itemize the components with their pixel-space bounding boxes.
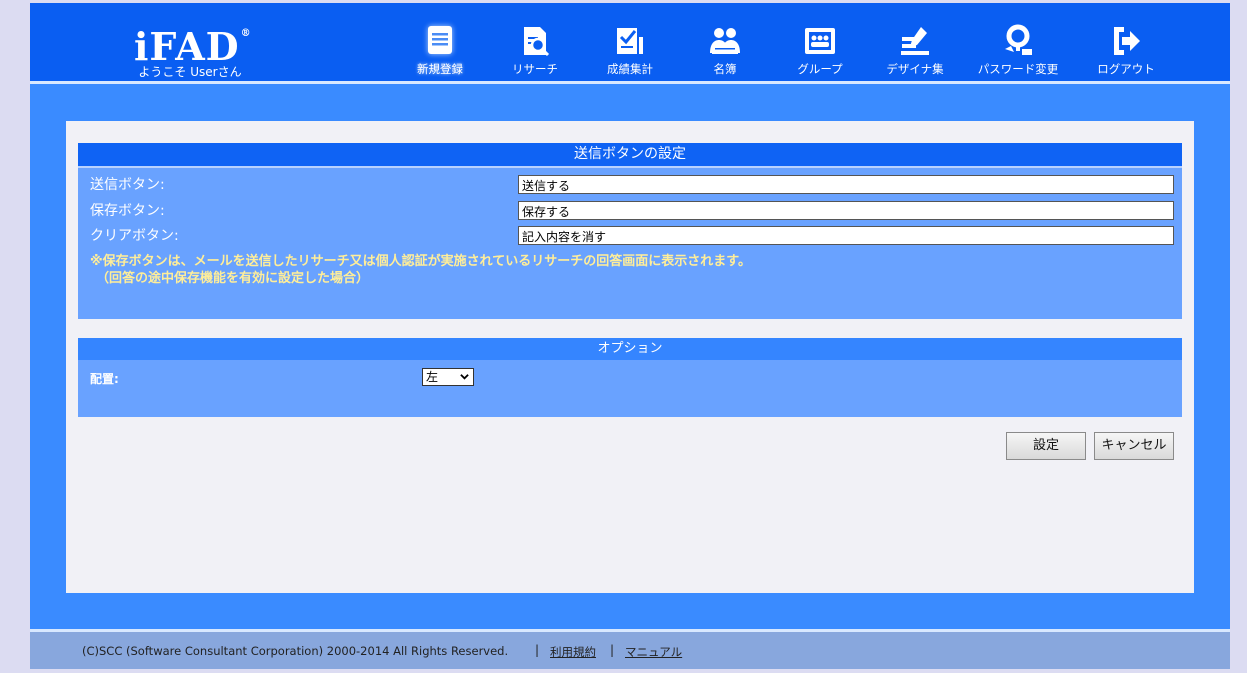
nav-item-results[interactable]: 成績集計 — [580, 23, 680, 77]
layout-select[interactable]: 左 — [422, 368, 474, 386]
save-button-note-condition: （回答の途中保存機能を有効に設定した場合） — [96, 271, 370, 286]
designer-icon — [901, 27, 929, 55]
nav-label: 成績集計 — [607, 62, 653, 76]
header-bar: iFAD® ようこそ Userさん 新規登録 リサーチ 成績集計 名簿 グループ… — [30, 3, 1230, 81]
nav-item-password[interactable]: パスワード変更 — [968, 23, 1068, 77]
nav-label: パスワード変更 — [977, 62, 1059, 76]
section-title-border — [78, 166, 1182, 168]
new-document-icon — [428, 26, 452, 54]
layout-select-value: 左 — [426, 370, 439, 384]
clear-button-label-input[interactable]: 記入内容を消す — [518, 226, 1174, 245]
footer-separator: | — [610, 643, 615, 657]
nav-item-group[interactable]: グループ — [770, 23, 870, 77]
nav-item-new-registration[interactable]: 新規登録 — [390, 23, 490, 77]
nav-item-research[interactable]: リサーチ — [485, 23, 585, 77]
nav-item-logout[interactable]: ログアウト — [1076, 23, 1176, 77]
submit-button-label-input[interactable]: 送信する — [518, 175, 1174, 194]
logout-icon — [1114, 27, 1140, 55]
clear-button-row: クリアボタン: 記入内容を消す — [78, 224, 1182, 246]
password-icon — [1005, 24, 1032, 55]
nav-label: リサーチ — [512, 62, 558, 76]
nav-item-roster[interactable]: 名簿 — [675, 23, 775, 77]
nav-label: グループ — [797, 62, 843, 76]
research-icon — [524, 27, 550, 57]
field-label: 送信ボタン: — [90, 177, 165, 193]
main-nav: 新規登録 リサーチ 成績集計 名簿 グループ デザイナ集 パスワード変更 ログア… — [30, 3, 1230, 81]
submit-button-row: 送信ボタン: 送信する — [78, 173, 1182, 195]
option-section: オプション 配置: 左 — [78, 338, 1182, 417]
nav-label: 名簿 — [713, 62, 737, 76]
footer: (C)SCC (Software Consultant Corporation)… — [30, 632, 1230, 669]
nav-label: ログアウト — [1097, 62, 1155, 76]
section-title: 送信ボタンの設定 — [78, 143, 1182, 166]
cancel-button[interactable]: キャンセル — [1094, 432, 1174, 460]
submit-button-settings-section: 送信ボタンの設定 送信ボタン: 送信する 保存ボタン: 保存する クリアボタン:… — [78, 143, 1182, 319]
save-button-row: 保存ボタン: 保存する — [78, 199, 1182, 221]
nav-item-designer[interactable]: デザイナ集 — [865, 23, 965, 77]
section-title: オプション — [78, 338, 1182, 360]
layout-label: 配置: — [90, 372, 119, 386]
terms-link[interactable]: 利用規約 — [550, 644, 596, 660]
chevron-down-icon — [460, 374, 469, 380]
results-icon — [617, 28, 643, 54]
field-label: クリアボタン: — [90, 228, 179, 244]
save-button-note: ※保存ボタンは、メールを送信したリサーチ又は個人認証が実施されているリサーチの回… — [90, 254, 751, 269]
manual-link[interactable]: マニュアル — [625, 644, 682, 660]
copyright-text: (C)SCC (Software Consultant Corporation)… — [82, 644, 509, 658]
save-button-label-input[interactable]: 保存する — [518, 201, 1174, 220]
nav-label: 新規登録 — [417, 62, 463, 76]
field-label: 保存ボタン: — [90, 203, 165, 219]
roster-icon — [710, 28, 740, 54]
nav-label: デザイナ集 — [886, 62, 944, 76]
set-button[interactable]: 設定 — [1006, 432, 1086, 460]
footer-separator: | — [535, 643, 540, 657]
group-icon — [805, 28, 835, 54]
